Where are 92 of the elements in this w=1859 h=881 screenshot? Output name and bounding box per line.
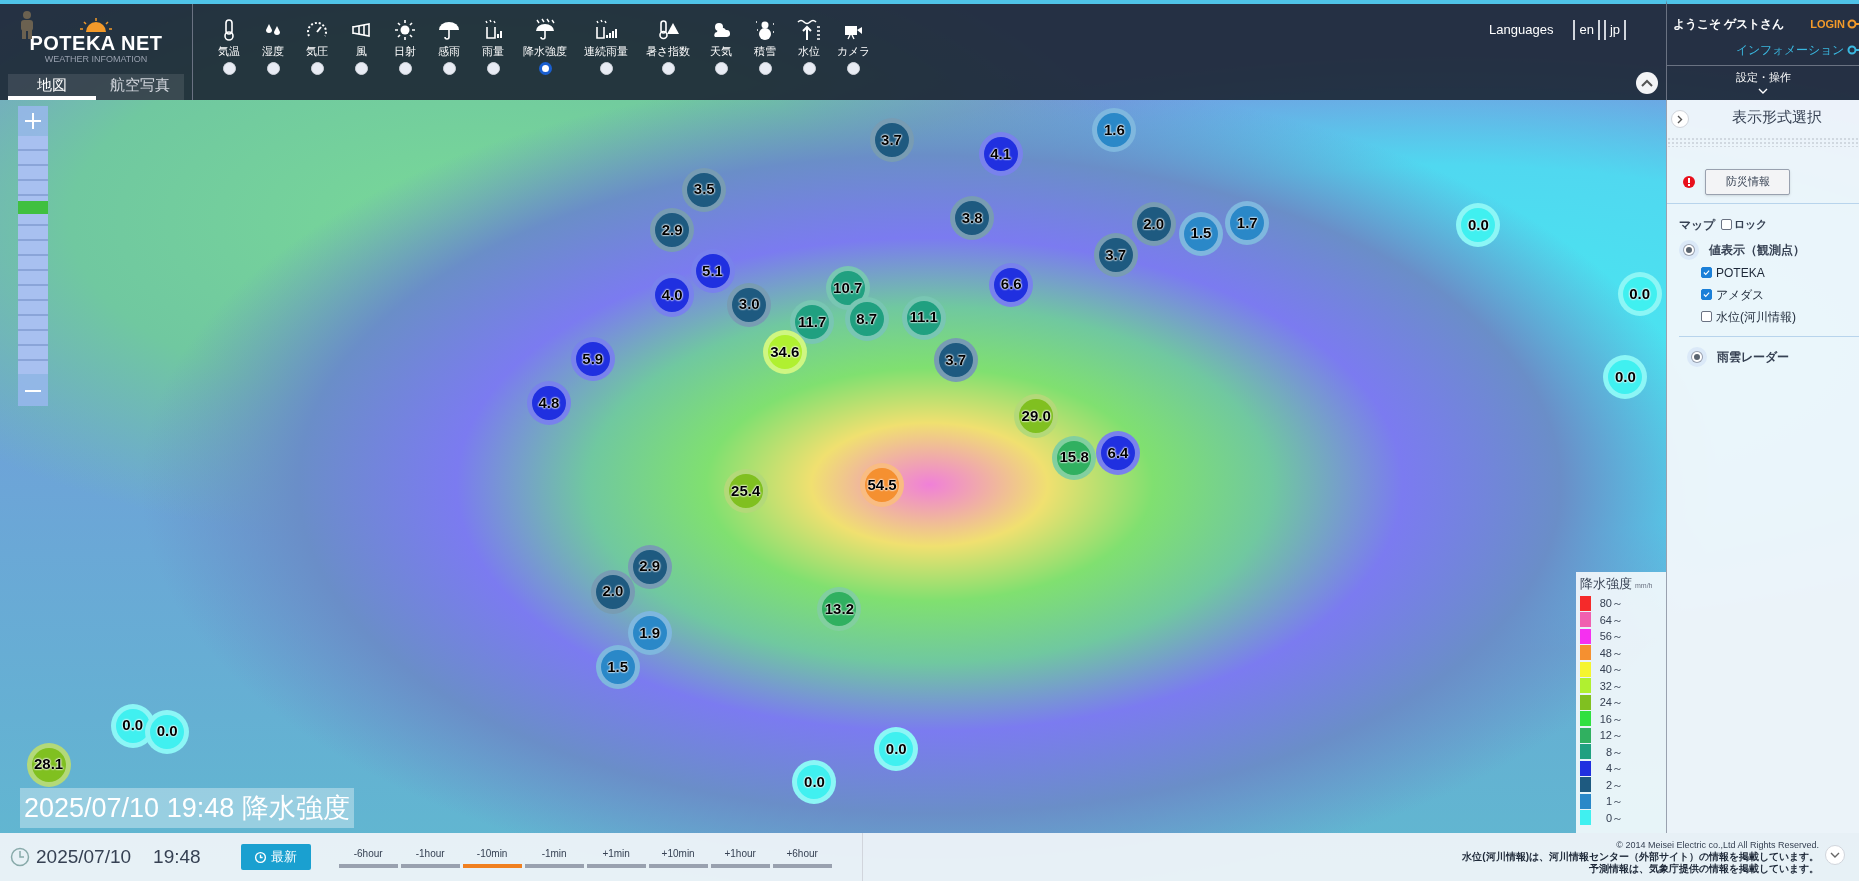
legend-label: 4～ — [1604, 761, 1623, 776]
legend-label: 12～ — [1598, 728, 1623, 743]
language-button[interactable]: en — [1573, 20, 1600, 40]
option-label: アメダス — [1716, 286, 1764, 304]
tagline: WEATHER INFOMATION — [44, 54, 148, 64]
layer-button[interactable]: 水位 — [787, 18, 831, 75]
snowman-icon — [753, 18, 777, 42]
map-tab[interactable]: 地図 — [8, 74, 96, 100]
time-step-button[interactable]: +1min — [586, 846, 646, 868]
layer-button[interactable]: 気温 — [207, 18, 251, 75]
option-label: 値表示（観測点） — [1709, 241, 1805, 259]
layer-button[interactable]: カメラ — [831, 18, 875, 75]
language-button[interactable]: jp — [1603, 20, 1626, 40]
settings-toggle[interactable]: 設定・操作 — [1667, 66, 1859, 94]
checkbox[interactable] — [1721, 219, 1732, 230]
check-icon — [1702, 290, 1711, 299]
layer-button[interactable]: 気圧 — [295, 18, 339, 75]
collapse-button[interactable] — [1636, 72, 1658, 94]
chevron-down-icon — [1758, 87, 1768, 94]
layer-button[interactable]: 暑さ指数 — [637, 18, 699, 75]
layer-button[interactable]: 感雨 — [427, 18, 471, 75]
information-link[interactable]: インフォメーション — [1736, 41, 1844, 59]
legend-label: 48～ — [1598, 645, 1623, 661]
chevron-right-icon — [1677, 114, 1683, 124]
sunrise-icon — [80, 18, 112, 32]
layer-button[interactable]: 雨量 — [471, 18, 515, 75]
time-step-button[interactable]: +6hour — [772, 846, 832, 868]
expand-button[interactable] — [1671, 110, 1689, 128]
layer-button[interactable]: 積雪 — [743, 18, 787, 75]
date-text: 2025/07/10 — [36, 844, 132, 869]
legend-label: 8～ — [1604, 744, 1623, 760]
legend-label: 64～ — [1598, 612, 1623, 628]
radio-button[interactable] — [1679, 239, 1699, 260]
layer-button[interactable]: 降水強度 — [515, 18, 575, 75]
sun-icon — [393, 18, 417, 42]
layer-button[interactable]: 日射 — [383, 18, 427, 75]
layer-button[interactable]: 連続雨量 — [575, 18, 637, 75]
time-step-button[interactable]: -1hour — [400, 846, 460, 868]
check-icon — [1702, 268, 1711, 277]
lock-label: ロック — [1734, 217, 1767, 233]
legend-label: 32～ — [1598, 678, 1623, 694]
layer-button[interactable]: 風 — [339, 18, 383, 75]
copyright-text: © 2014 Meisei Electric co.,Ltd All Rights Reserved. — [1616, 839, 1819, 851]
welcome-text: ようこそ ゲストさん — [1673, 16, 1785, 33]
legend-title: 降水強度 — [1580, 575, 1632, 593]
login-link[interactable]: LOGIN — [1810, 15, 1845, 33]
legend-label: 40～ — [1598, 662, 1623, 677]
zoom-slider[interactable] — [18, 136, 48, 374]
legend-label: 2～ — [1604, 777, 1623, 793]
radio-button[interactable] — [1687, 346, 1707, 367]
option-label: POTEKA — [1716, 264, 1765, 282]
checkbox[interactable] — [1701, 289, 1712, 300]
map-caption: 2025/07/10 19:48 降水強度 — [20, 788, 354, 828]
legend-label: 24～ — [1598, 695, 1623, 710]
thermometer-warning-icon — [656, 18, 680, 42]
chevron-down-icon — [1830, 852, 1840, 858]
time-step-button[interactable]: +1hour — [710, 846, 770, 868]
time-step-button[interactable]: +10min — [648, 846, 708, 868]
clock-icon — [254, 850, 268, 864]
time-step-button[interactable]: -6hour — [338, 846, 398, 868]
legend-label: 80～ — [1598, 596, 1623, 611]
legend-label: 56～ — [1598, 629, 1623, 644]
time-step-button[interactable]: -10min — [462, 846, 522, 868]
languages-label: Languages — [1489, 21, 1554, 39]
layer-button[interactable]: 天気 — [699, 18, 743, 75]
umbrella-rain-icon — [533, 18, 557, 42]
legend-label: 0～ — [1604, 810, 1623, 826]
water-level-icon — [797, 18, 821, 42]
option-label: 雨雲レーダー — [1717, 348, 1789, 366]
note-text: 水位(河川情報)は、河川情報センター（外部サイト）の情報を掲載しています。 — [1462, 851, 1819, 863]
checkbox[interactable] — [1701, 311, 1712, 322]
chevron-up-icon — [1641, 79, 1653, 87]
legend-label: 16～ — [1598, 711, 1623, 727]
note-text: 予測情報は、気象庁提供の情報を掲載しています。 — [1589, 863, 1819, 875]
disaster-info-button[interactable]: 防災情報 — [1705, 168, 1790, 195]
minus-icon — [24, 389, 42, 393]
legend-label: 1～ — [1604, 794, 1623, 809]
zoom-thumb[interactable] — [18, 200, 48, 214]
panel-title: 表示形式選択 — [1731, 107, 1823, 127]
option-label: 水位(河川情報) — [1716, 308, 1796, 326]
layer-button[interactable]: 湿度 — [251, 18, 295, 75]
map-tab[interactable]: 航空写真 — [96, 74, 184, 100]
logo-text: POTEKA NET — [29, 32, 163, 54]
time-text: 19:48 — [153, 844, 201, 869]
checkbox[interactable] — [1701, 267, 1712, 278]
map-label: マップ — [1679, 216, 1715, 234]
plus-icon — [24, 112, 42, 130]
alert-icon — [1683, 175, 1695, 188]
rain-bar-chart-icon — [594, 18, 618, 42]
time-step-button[interactable]: -1min — [524, 846, 584, 868]
clock-icon — [10, 847, 30, 867]
radio-button[interactable] — [538, 62, 552, 75]
